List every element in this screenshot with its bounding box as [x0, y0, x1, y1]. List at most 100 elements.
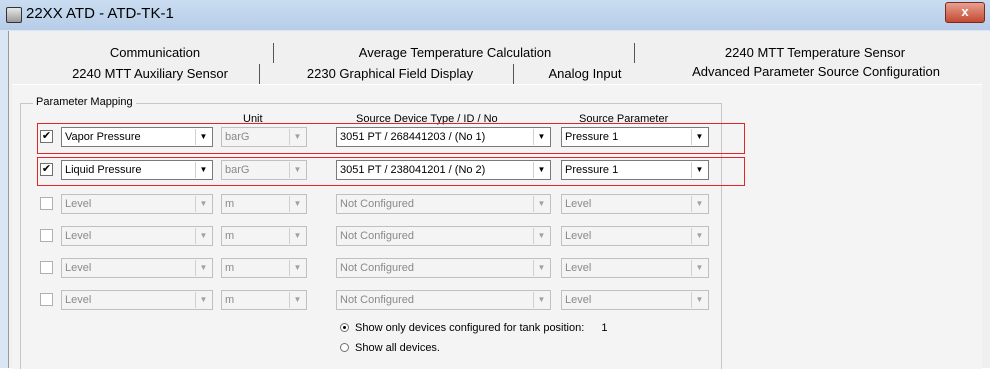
unit-value: barG [225, 131, 250, 143]
row-checkbox[interactable]: ✔ [40, 163, 53, 176]
row-checkbox[interactable] [40, 197, 53, 210]
source-parameter-value: Pressure 1 [565, 131, 619, 143]
mapping-row: Level ▼ m ▼ Not Configured ▼ Level ▼ [40, 226, 720, 246]
source-parameter-value: Level [565, 198, 592, 210]
source-device-select[interactable]: Not Configured ▼ [336, 226, 551, 246]
radio-selected-icon[interactable] [340, 323, 349, 332]
close-button[interactable]: x [945, 2, 985, 23]
chevron-down-icon[interactable]: ▼ [195, 228, 211, 244]
parameter-value: Level [65, 230, 92, 242]
row-checkbox[interactable] [40, 261, 53, 274]
parameter-select[interactable]: Level ▼ [61, 290, 213, 310]
tab-advanced-parameter-source-configuration[interactable]: Advanced Parameter Source Configuration [651, 62, 981, 84]
mapping-row: ✔ Liquid Pressure ▼ barG ▼ 3051 PT / 23804… [40, 160, 720, 180]
source-parameter-select[interactable]: Level ▼ [561, 194, 709, 214]
unit-select[interactable]: m ▼ [221, 194, 307, 214]
parameter-value: Vapor Pressure [65, 131, 141, 143]
source-parameter-value: Level [565, 294, 592, 306]
unit-value: m [225, 230, 235, 242]
unit-value: m [225, 262, 235, 274]
app-icon [6, 7, 22, 23]
chevron-down-icon[interactable]: ▼ [533, 129, 549, 145]
tab-2230-graphical-field-display[interactable]: 2230 Graphical Field Display [270, 64, 510, 84]
tab-2240-mtt-auxiliary-sensor[interactable]: 2240 MTT Auxiliary Sensor [50, 64, 250, 84]
parameter-value: Liquid Pressure [65, 164, 142, 176]
chevron-down-icon[interactable]: ▼ [533, 196, 549, 212]
show-all-option[interactable]: Show all devices. [340, 342, 440, 354]
source-device-value: 3051 PT / 238041201 / (No 2) [340, 164, 486, 176]
tab-separator [273, 43, 274, 63]
parameter-select[interactable]: Level ▼ [61, 258, 213, 278]
unit-select[interactable]: m ▼ [221, 290, 307, 310]
chevron-down-icon[interactable]: ▼ [533, 162, 549, 178]
show-configured-label: Show only devices configured for tank po… [355, 322, 585, 334]
chevron-down-icon[interactable]: ▼ [691, 292, 707, 308]
tab-2240-mtt-temperature-sensor[interactable]: 2240 MTT Temperature Sensor [650, 43, 980, 63]
chevron-down-icon[interactable]: ▼ [195, 292, 211, 308]
chevron-down-icon[interactable]: ▼ [195, 162, 211, 178]
chevron-down-icon[interactable]: ▼ [195, 129, 211, 145]
source-parameter-select[interactable]: Level ▼ [561, 258, 709, 278]
tab-separator [513, 64, 514, 84]
chevron-down-icon[interactable]: ▼ [533, 260, 549, 276]
source-parameter-value: Level [565, 262, 592, 274]
parameter-select[interactable]: Vapor Pressure ▼ [61, 127, 213, 147]
row-checkbox[interactable]: ✔ [40, 130, 53, 143]
source-device-select[interactable]: Not Configured ▼ [336, 194, 551, 214]
chevron-down-icon[interactable]: ▼ [533, 228, 549, 244]
parameter-value: Level [65, 294, 92, 306]
chevron-down-icon[interactable]: ▼ [289, 260, 305, 276]
source-device-value: Not Configured [340, 262, 414, 274]
parameter-select[interactable]: Level ▼ [61, 226, 213, 246]
unit-value: barG [225, 164, 250, 176]
unit-select[interactable]: barG ▼ [221, 127, 307, 147]
chevron-down-icon[interactable]: ▼ [691, 196, 707, 212]
chevron-down-icon[interactable]: ▼ [691, 129, 707, 145]
chevron-down-icon[interactable]: ▼ [691, 260, 707, 276]
mapping-row: Level ▼ m ▼ Not Configured ▼ Level ▼ [40, 258, 720, 278]
unit-select[interactable]: barG ▼ [221, 160, 307, 180]
tab-analog-input[interactable]: Analog Input [520, 64, 650, 84]
row-checkbox[interactable] [40, 293, 53, 306]
chevron-down-icon[interactable]: ▼ [195, 260, 211, 276]
chevron-down-icon[interactable]: ▼ [289, 196, 305, 212]
source-device-select[interactable]: 3051 PT / 238041201 / (No 2) ▼ [336, 160, 551, 180]
source-parameter-select[interactable]: Level ▼ [561, 290, 709, 310]
tab-separator [259, 64, 260, 84]
tab-communication[interactable]: Communication [55, 43, 255, 63]
chevron-down-icon[interactable]: ▼ [289, 228, 305, 244]
source-parameter-select[interactable]: Pressure 1 ▼ [561, 160, 709, 180]
row-checkbox[interactable] [40, 229, 53, 242]
source-parameter-value: Pressure 1 [565, 164, 619, 176]
chevron-down-icon[interactable]: ▼ [289, 162, 305, 178]
title-bar: 22XX ATD - ATD-TK-1 x [0, 0, 990, 30]
chevron-down-icon[interactable]: ▼ [289, 129, 305, 145]
source-device-select[interactable]: 3051 PT / 268441203 / (No 1) ▼ [336, 127, 551, 147]
source-device-select[interactable]: Not Configured ▼ [336, 290, 551, 310]
source-device-select[interactable]: Not Configured ▼ [336, 258, 551, 278]
chevron-down-icon[interactable]: ▼ [289, 292, 305, 308]
tab-average-temperature-calculation[interactable]: Average Temperature Calculation [290, 43, 620, 63]
window-title: 22XX ATD - ATD-TK-1 [26, 5, 174, 22]
source-parameter-select[interactable]: Pressure 1 ▼ [561, 127, 709, 147]
mapping-row: Level ▼ m ▼ Not Configured ▼ Level ▼ [40, 290, 720, 310]
chevron-down-icon[interactable]: ▼ [533, 292, 549, 308]
mapping-row: ✔ Vapor Pressure ▼ barG ▼ 3051 PT / 268441… [40, 127, 720, 147]
radio-unselected-icon[interactable] [340, 343, 349, 352]
parameter-value: Level [65, 198, 92, 210]
unit-value: m [225, 294, 235, 306]
show-configured-option[interactable]: Show only devices configured for tank po… [340, 322, 608, 334]
unit-select[interactable]: m ▼ [221, 258, 307, 278]
source-parameter-value: Level [565, 230, 592, 242]
source-device-value: Not Configured [340, 198, 414, 210]
chevron-down-icon[interactable]: ▼ [691, 228, 707, 244]
source-parameter-select[interactable]: Level ▼ [561, 226, 709, 246]
chevron-down-icon[interactable]: ▼ [691, 162, 707, 178]
parameter-select[interactable]: Level ▼ [61, 194, 213, 214]
unit-select[interactable]: m ▼ [221, 226, 307, 246]
parameter-select[interactable]: Liquid Pressure ▼ [61, 160, 213, 180]
mapping-row: Level ▼ m ▼ Not Configured ▼ Level ▼ [40, 194, 720, 214]
application-window: 22XX ATD - ATD-TK-1 x Communication Aver… [0, 0, 990, 369]
chevron-down-icon[interactable]: ▼ [195, 196, 211, 212]
tab-separator [634, 43, 635, 63]
